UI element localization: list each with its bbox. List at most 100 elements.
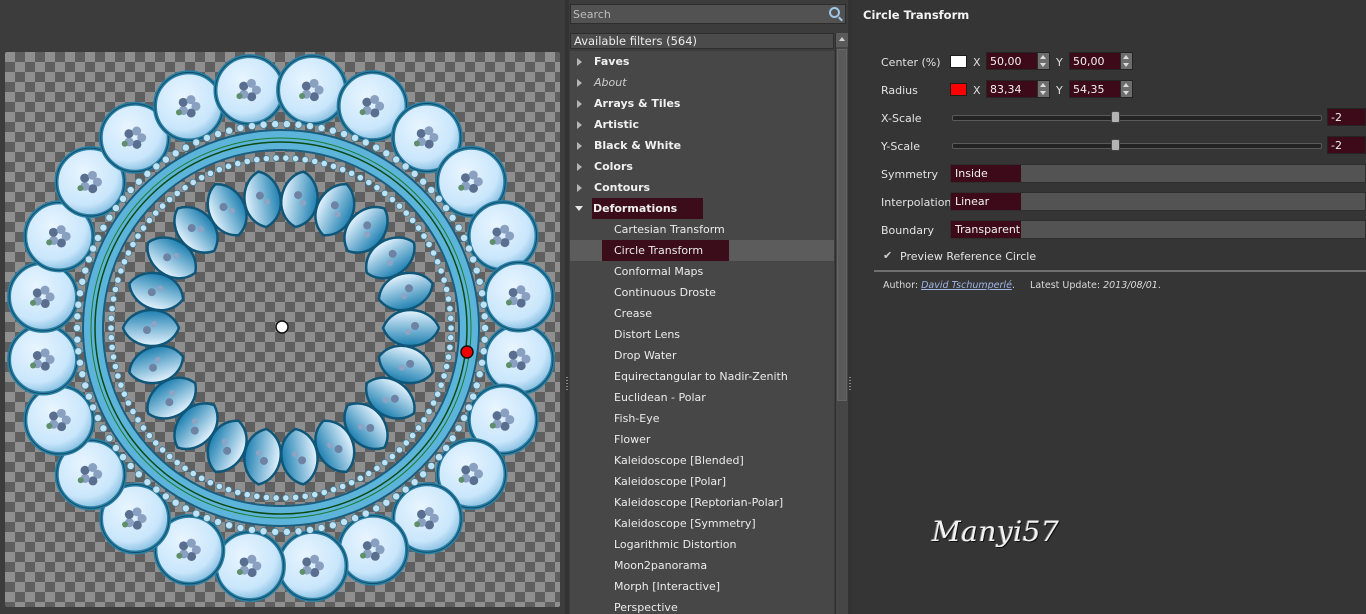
radius-x-value: 83,34 (990, 83, 1022, 96)
radius-y-stepper-icon[interactable] (1120, 81, 1132, 97)
filter-category[interactable]: Contours (570, 177, 834, 198)
center-label: Center (%) (881, 56, 941, 69)
author-prefix: Author: (883, 280, 919, 291)
filters-tree: Faves About Arrays & Tiles Artistic Black & … (570, 51, 834, 614)
center-handle[interactable] (275, 320, 289, 334)
filter-label: Kaleidoscope [Symmetry] (614, 517, 756, 530)
filter-category[interactable]: About (570, 72, 834, 93)
radius-color-swatch[interactable] (950, 83, 967, 96)
filter-label: Distort Lens (614, 328, 681, 341)
filter-label: About (594, 76, 627, 89)
filter-label: Black & White (594, 139, 682, 152)
radius-x-spinbox[interactable]: 83,34 (986, 80, 1050, 98)
radius-label: Radius (881, 84, 918, 97)
filter-item[interactable]: Flower (570, 429, 834, 450)
center-x-axis: X (973, 56, 981, 69)
filter-item[interactable]: Circle Transform (570, 240, 834, 261)
filter-item[interactable]: Kaleidoscope [Symmetry] (570, 513, 834, 534)
filter-label: Colors (594, 160, 633, 173)
update-date: 2013/08/01 (1103, 280, 1158, 291)
expand-arrow-icon[interactable] (577, 184, 582, 192)
search-box (570, 4, 846, 24)
filter-item[interactable]: Cartesian Transform (570, 219, 834, 240)
filter-item[interactable]: Logarithmic Distortion (570, 534, 834, 555)
filter-item[interactable]: Drop Water (570, 345, 834, 366)
yscale-value: -2 (1331, 139, 1342, 152)
yscale-slider-handle[interactable] (1110, 139, 1120, 151)
xscale-value: -2 (1331, 111, 1342, 124)
center-x-value: 50,00 (990, 55, 1022, 68)
center-y-axis: Y (1056, 56, 1063, 69)
expand-arrow-icon[interactable] (577, 79, 582, 87)
center-y-spinbox[interactable]: 50,00 (1069, 52, 1133, 70)
preview-image (7, 54, 555, 602)
symmetry-value: Inside (955, 167, 988, 180)
filter-category[interactable]: Artistic (570, 114, 834, 135)
yscale-slider[interactable] (952, 139, 1322, 151)
filter-label: Artistic (594, 118, 640, 131)
filter-label: Contours (594, 181, 651, 194)
yscale-spinbox[interactable]: -2 (1327, 136, 1366, 154)
filter-category[interactable]: Faves (570, 51, 834, 72)
xscale-slider-handle[interactable] (1110, 111, 1120, 123)
filter-item[interactable]: Kaleidoscope [Blended] (570, 450, 834, 471)
center-y-stepper-icon[interactable] (1120, 53, 1132, 69)
filter-label: Euclidean - Polar (614, 391, 706, 404)
filter-item[interactable]: Continuous Droste (570, 282, 834, 303)
filter-label: Crease (614, 307, 652, 320)
filter-item[interactable]: Conformal Maps (570, 261, 834, 282)
preview-circle-checkbox[interactable]: ✔ (883, 250, 894, 261)
author-link[interactable]: David Tschumperlé (921, 280, 1012, 291)
filter-label: Conformal Maps (614, 265, 704, 278)
filters-tree-header[interactable]: Available filters (564) (570, 33, 834, 49)
parameters-pane: Circle Transform Center (%) X 50,00 Y 50… (852, 0, 1366, 614)
filter-label: Kaleidoscope [Blended] (614, 454, 744, 467)
collapse-arrow-icon[interactable] (575, 206, 583, 211)
filter-category[interactable]: Colors (570, 156, 834, 177)
radius-y-axis: Y (1056, 84, 1063, 97)
expand-arrow-icon[interactable] (577, 163, 582, 171)
filter-category[interactable]: Arrays & Tiles (570, 93, 834, 114)
filter-label: Faves (594, 55, 630, 68)
filter-item[interactable]: Euclidean - Polar (570, 387, 834, 408)
scrollbar-thumb[interactable] (837, 49, 847, 401)
symmetry-label: Symmetry (881, 168, 939, 181)
filter-item[interactable]: Crease (570, 303, 834, 324)
filter-item[interactable]: Perspective (570, 597, 834, 614)
interpolation-select[interactable]: Linear (950, 192, 1366, 211)
filter-item[interactable]: Equirectangular to Nadir-Zenith (570, 366, 834, 387)
center-x-spinbox[interactable]: 50,00 (986, 52, 1050, 70)
filter-item[interactable]: Fish-Eye (570, 408, 834, 429)
symmetry-select[interactable]: Inside (950, 164, 1366, 183)
radius-handle[interactable] (460, 345, 474, 359)
preview-pane (0, 0, 565, 614)
filters-scrollbar[interactable] (835, 33, 849, 614)
filter-item[interactable]: Moon2panorama (570, 555, 834, 576)
filters-pane: Available filters (564) Faves About Arrays… (569, 0, 849, 614)
filter-item[interactable]: Kaleidoscope [Reptorian-Polar] (570, 492, 834, 513)
radius-y-spinbox[interactable]: 54,35 (1069, 80, 1133, 98)
expand-arrow-icon[interactable] (577, 142, 582, 150)
search-icon[interactable] (829, 7, 840, 18)
center-color-swatch[interactable] (950, 55, 967, 68)
boundary-select[interactable]: Transparent (950, 220, 1366, 239)
filter-item[interactable]: Distort Lens (570, 324, 834, 345)
preview-canvas[interactable] (5, 52, 560, 607)
center-x-stepper-icon[interactable] (1037, 53, 1049, 69)
boundary-value: Transparent (955, 223, 1021, 236)
expand-arrow-icon[interactable] (577, 121, 582, 129)
radius-x-stepper-icon[interactable] (1037, 81, 1049, 97)
filter-label: Drop Water (614, 349, 677, 362)
filter-category[interactable]: Black & White (570, 135, 834, 156)
interpolation-label: Interpolation (881, 196, 952, 209)
expand-arrow-icon[interactable] (577, 100, 582, 108)
xscale-spinbox[interactable]: -2 (1327, 108, 1366, 126)
filter-category[interactable]: Deformations (570, 198, 834, 219)
filter-item[interactable]: Kaleidoscope [Polar] (570, 471, 834, 492)
expand-arrow-icon[interactable] (577, 58, 582, 66)
search-input[interactable] (571, 5, 825, 23)
filter-item[interactable]: Morph [Interactive] (570, 576, 834, 597)
filter-label: Kaleidoscope [Polar] (614, 475, 726, 488)
xscale-slider[interactable] (952, 111, 1322, 123)
radius-y-value: 54,35 (1073, 83, 1105, 96)
